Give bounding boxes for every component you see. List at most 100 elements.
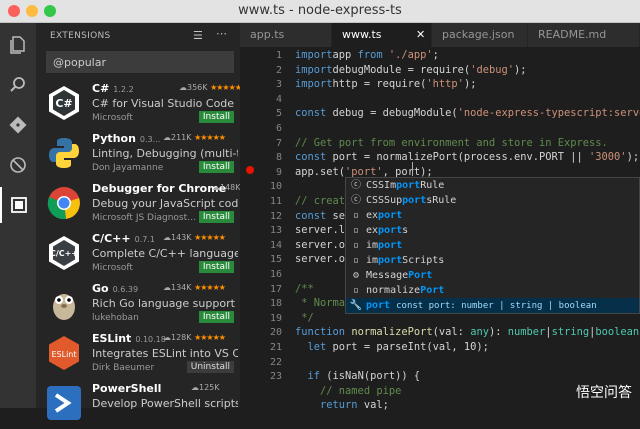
- suggestion-kind-icon: ▫: [349, 283, 363, 298]
- extension-publisher: Microsoft: [92, 263, 133, 273]
- code-line: server.on: [295, 253, 351, 265]
- activity-bar: [0, 23, 36, 408]
- code-token: val;: [358, 399, 389, 411]
- suggestion-item[interactable]: ⓒCSSSupportsRule: [346, 193, 639, 208]
- git-icon[interactable]: [0, 107, 36, 143]
- suggestion-kind-icon: ⓒ: [349, 178, 363, 193]
- suggestion-item[interactable]: ▫importScripts: [346, 253, 639, 268]
- extension-version: 1.2.2: [113, 85, 133, 94]
- suggestion-item[interactable]: 🔧port const port: number | string | bool…: [346, 298, 639, 313]
- search-icon[interactable]: [0, 67, 36, 103]
- install-button[interactable]: Install: [199, 311, 234, 323]
- tab-readme-md[interactable]: README.md: [528, 23, 640, 47]
- extension-item[interactable]: PowerShell ☁125K Develop PowerShell scri…: [36, 379, 240, 429]
- extension-version: 0.7.1: [135, 235, 155, 244]
- extension-downloads: ☁125K: [191, 383, 220, 392]
- more-actions-icon[interactable]: ⋯: [216, 27, 227, 40]
- code-token: (isNaN(port)) {: [320, 370, 420, 382]
- suggestion-item[interactable]: ▫import: [346, 238, 639, 253]
- install-button[interactable]: Install: [199, 211, 234, 223]
- line-number: 2: [276, 65, 282, 76]
- extensions-search-input[interactable]: @popular: [46, 51, 234, 73]
- debug-icon[interactable]: [0, 147, 36, 183]
- breakpoint-icon[interactable]: [246, 166, 254, 174]
- extension-version: 0.6.39: [113, 285, 138, 294]
- code-token: /**: [295, 283, 314, 295]
- close-tab-icon[interactable]: ✕: [416, 28, 425, 41]
- code-token: 'http': [426, 78, 464, 90]
- line-number: 16: [270, 269, 282, 280]
- code-line: // create: [295, 195, 351, 207]
- sidebar-title: EXTENSIONS: [50, 31, 111, 41]
- watermark: 悟空问答: [576, 382, 632, 402]
- text-cursor: [412, 162, 413, 176]
- code-line: importhttp = require('http');: [295, 78, 476, 90]
- extension-item[interactable]: Go0.6.39 ☁134K ★★★★★ Rich Go language su…: [36, 279, 240, 329]
- extension-publisher: Microsoft JS Diagnost…: [92, 213, 196, 223]
- code-token: any: [470, 326, 489, 338]
- extension-name: Go0.6.39: [92, 282, 138, 295]
- suggestion-item[interactable]: ▫exports: [346, 223, 639, 238]
- tab-app-ts[interactable]: app.ts: [240, 23, 332, 47]
- extension-logo-icon: [46, 285, 82, 321]
- line-number: 23: [270, 371, 282, 382]
- suggestion-item[interactable]: ⓒCSSImportRule: [346, 178, 639, 193]
- extension-publisher: Microsoft: [92, 113, 133, 123]
- uninstall-button[interactable]: Uninstall: [187, 361, 234, 373]
- line-number: 8: [276, 152, 282, 163]
- install-button[interactable]: Install: [199, 111, 234, 123]
- suggestion-kind-icon: ▫: [349, 208, 363, 223]
- title-bar: www.ts - node-express-ts: [0, 0, 640, 23]
- svg-text:ESLint: ESLint: [51, 350, 76, 359]
- suggestion-kind-icon: ▫: [349, 238, 363, 253]
- clear-extensions-icon[interactable]: ☰: [193, 29, 203, 42]
- code-token: from: [358, 49, 383, 61]
- code-token: 'node-express-typescript:server': [458, 107, 640, 119]
- files-icon[interactable]: [0, 27, 36, 63]
- extension-name: PowerShell: [92, 382, 165, 395]
- install-button[interactable]: Install: [199, 161, 234, 173]
- extension-downloads: ☁148K: [212, 183, 241, 192]
- extensions-icon[interactable]: [0, 187, 36, 223]
- code-token: port = normalizePort(process.env.PORT ||: [326, 151, 589, 163]
- code-token: debugModule = require(: [333, 64, 471, 76]
- extension-description: Debug your JavaScript code in…: [92, 197, 238, 210]
- code-token: server.on: [295, 253, 351, 265]
- line-number: 5: [276, 108, 282, 119]
- code-token: './app': [389, 49, 433, 61]
- code-token: * Normal: [295, 297, 351, 309]
- code-line: server.on: [295, 239, 351, 251]
- code-token: // named pipe: [295, 385, 401, 397]
- extension-logo-icon: [46, 135, 82, 171]
- extension-version: 0.10.18: [135, 335, 166, 344]
- suggestion-widget: ⓒCSSImportRule ⓒCSSSupportsRule ▫export …: [345, 177, 640, 314]
- extension-publisher: Dirk Baeumer: [92, 363, 154, 373]
- code-token: if: [295, 370, 320, 382]
- code-token: 'debug': [470, 64, 514, 76]
- extension-item[interactable]: C# C#1.2.2 ☁356K ★★★★★ C# for Visual Stu…: [36, 79, 240, 129]
- line-number: 22: [270, 357, 282, 368]
- extension-name: ESLint0.10.18: [92, 332, 166, 345]
- code-token: ):: [489, 326, 508, 338]
- code-token: boolean: [595, 326, 639, 338]
- install-button[interactable]: Install: [199, 261, 234, 273]
- suggestion-item[interactable]: ⚙MessagePort: [346, 268, 639, 283]
- line-number: 18: [270, 298, 282, 309]
- code-token: 'port': [345, 166, 383, 178]
- extension-name: Python0.3...: [92, 132, 160, 145]
- suggestion-detail: const port: number | string | boolean: [396, 301, 596, 311]
- code-token: string: [552, 326, 590, 338]
- line-number: 9: [276, 167, 282, 178]
- extension-item[interactable]: Debugger for Chrome ☁148K Debug your Jav…: [36, 179, 240, 229]
- extension-item[interactable]: ESLint ESLint0.10.18 ☁128K ★★★★★ Integra…: [36, 329, 240, 379]
- code-token: // create: [295, 195, 351, 207]
- suggestion-item[interactable]: ▫normalizePort: [346, 283, 639, 298]
- tab-package-json[interactable]: package.json: [432, 23, 528, 47]
- extension-item[interactable]: C/C++ C/C++0.7.1 ☁143K ★★★★★ Complete C/…: [36, 229, 240, 279]
- extension-item[interactable]: Python0.3... ☁211K ★★★★★ Linting, Debugg…: [36, 129, 240, 179]
- code-token: */: [295, 312, 314, 324]
- suggestion-kind-icon: ⓒ: [349, 193, 363, 208]
- line-number: 11: [270, 196, 282, 207]
- code-line: const debug = debugModule('node-express-…: [295, 107, 640, 119]
- suggestion-item[interactable]: ▫export: [346, 208, 639, 223]
